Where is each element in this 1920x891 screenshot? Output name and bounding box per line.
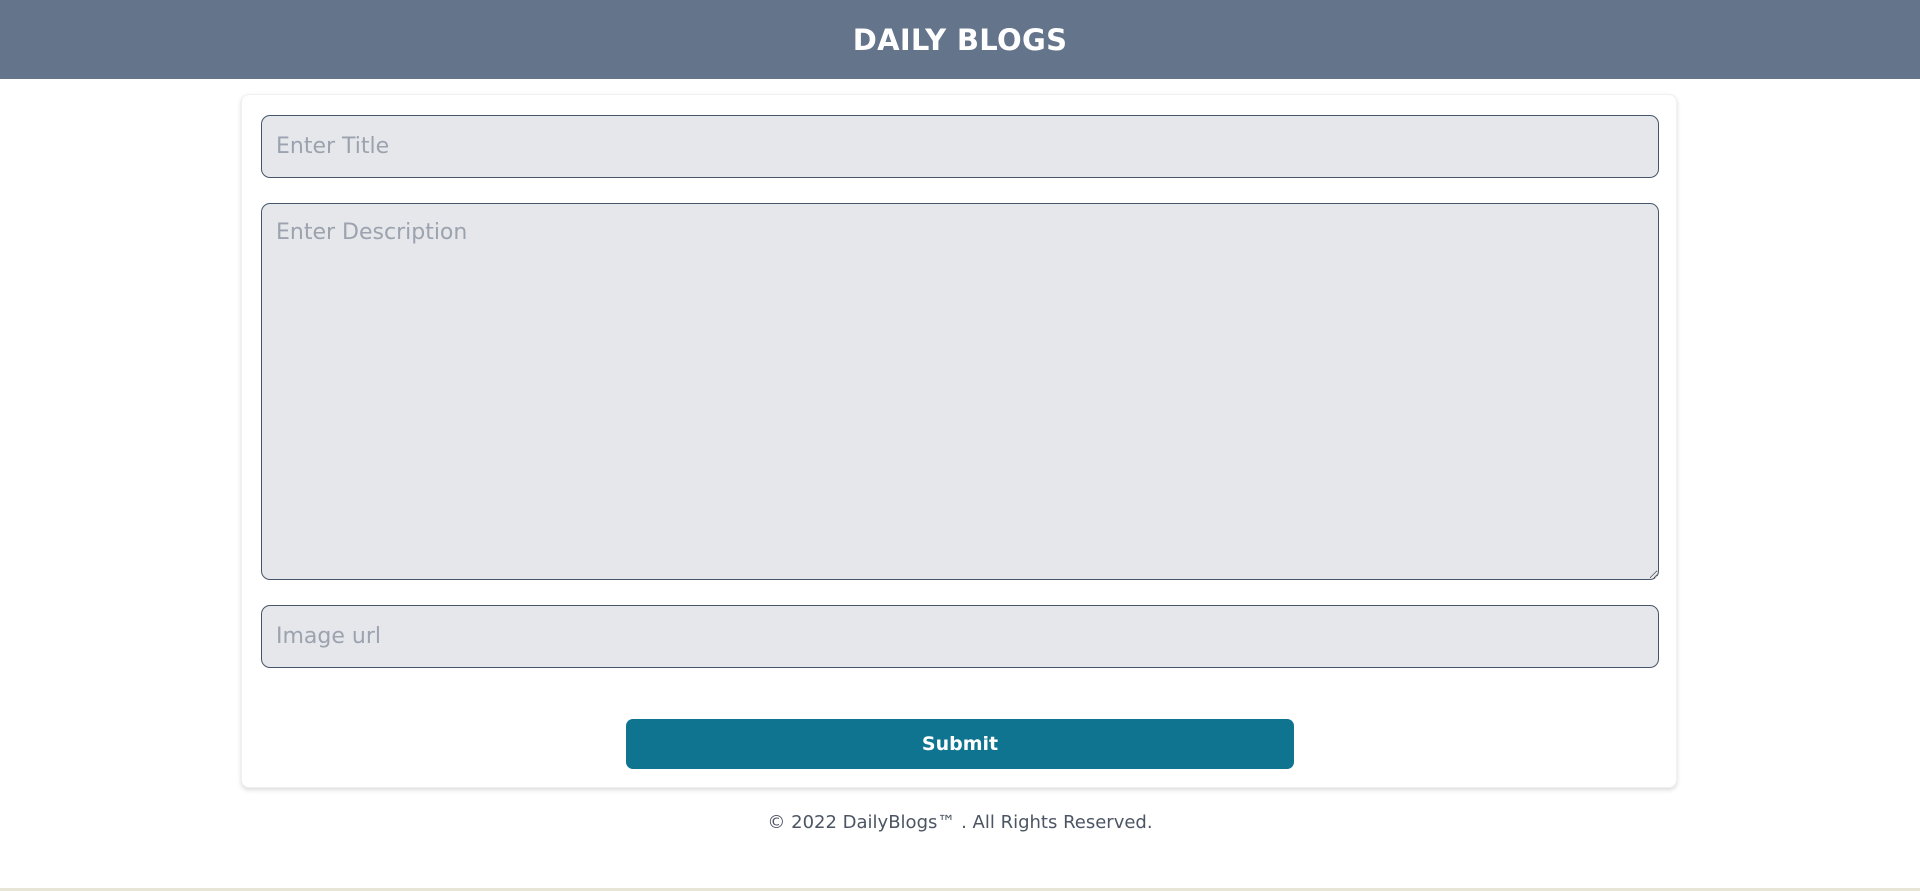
submit-button[interactable]: Submit xyxy=(626,719,1294,769)
footer-copyright: © 2022 DailyBlogs™ . All Rights Reserved… xyxy=(767,812,1153,833)
site-header: DAILY BLOGS xyxy=(0,0,1920,79)
image-url-input[interactable] xyxy=(261,605,1659,668)
blog-form-card: Submit xyxy=(241,94,1677,788)
site-title: DAILY BLOGS xyxy=(852,22,1068,57)
description-textarea[interactable] xyxy=(261,203,1659,580)
title-input[interactable] xyxy=(261,115,1659,178)
